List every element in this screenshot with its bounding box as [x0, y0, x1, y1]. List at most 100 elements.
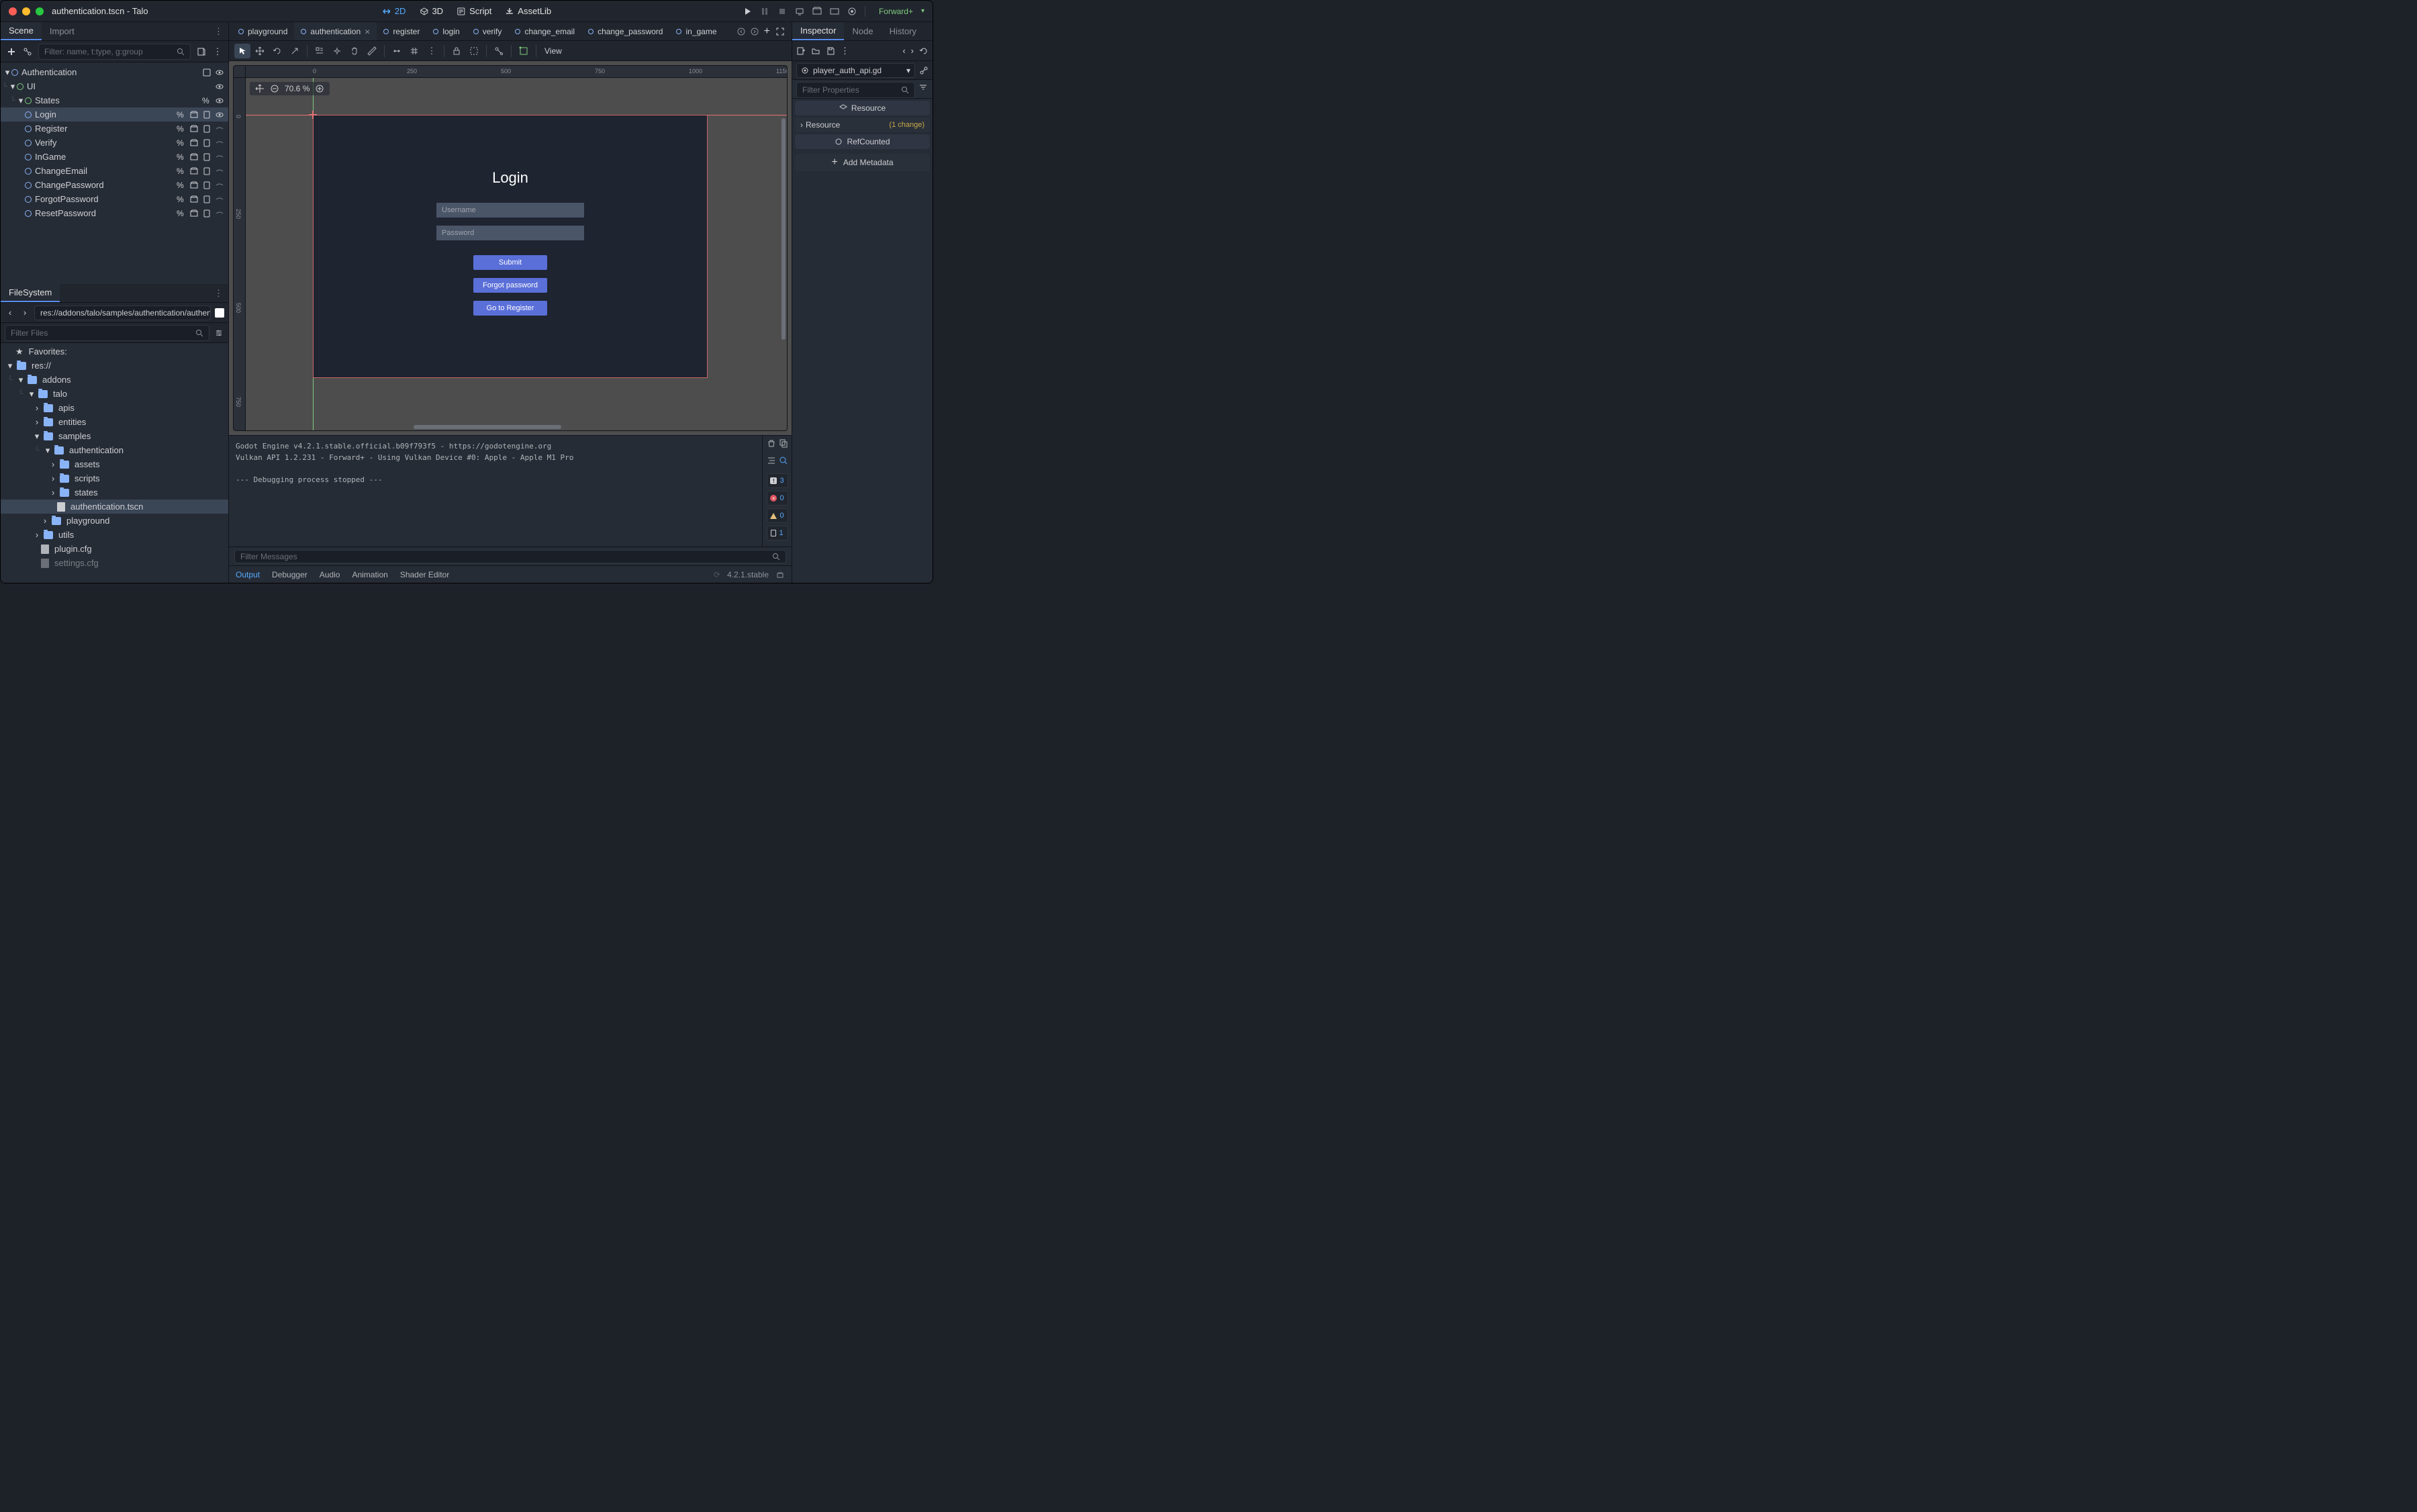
fs-row-states[interactable]: ›states	[1, 485, 228, 500]
tree-row-state[interactable]: ForgotPassword%	[1, 192, 228, 206]
percent-icon[interactable]: %	[177, 110, 186, 120]
maximize-window-button[interactable]	[36, 7, 44, 15]
history-back-icon[interactable]: ‹	[902, 46, 905, 56]
fs-row-talo[interactable]: └▾talo	[1, 387, 228, 401]
instance-icon[interactable]	[189, 195, 199, 204]
script-icon[interactable]	[202, 124, 211, 134]
scene-tab[interactable]: register	[377, 22, 426, 40]
scene-tab[interactable]: authentication×	[294, 22, 377, 40]
submit-button[interactable]: Submit	[473, 255, 547, 270]
script-icon[interactable]	[202, 181, 211, 190]
scene-tab[interactable]: in_game	[669, 22, 723, 40]
visibility-icon[interactable]	[215, 167, 224, 176]
tab-output[interactable]: Output	[236, 570, 260, 579]
visibility-icon[interactable]	[215, 68, 224, 77]
fs-row-addons[interactable]: └▾addons	[1, 373, 228, 387]
tree-row-state[interactable]: Login%	[1, 107, 228, 122]
zoom-level[interactable]: 70.6 %	[285, 84, 310, 93]
smart-snap-icon[interactable]	[389, 44, 405, 58]
tree-row-state[interactable]: ChangeEmail%	[1, 164, 228, 178]
instance-icon[interactable]	[189, 138, 199, 148]
instance-icon[interactable]	[189, 181, 199, 190]
play-scene-icon[interactable]	[812, 7, 822, 16]
scene-filter-input[interactable]: Filter: name, t:type, g:group	[38, 44, 191, 60]
fs-row-apis[interactable]: ›apis	[1, 401, 228, 415]
scene-tree-options-icon[interactable]: ⋮	[212, 46, 223, 57]
fs-row-assets[interactable]: ›assets	[1, 457, 228, 471]
percent-icon[interactable]: %	[202, 96, 211, 105]
inspector-options-icon[interactable]: ⋮	[841, 46, 849, 56]
dock-options-icon[interactable]: ⋮	[209, 284, 228, 302]
tree-row-root[interactable]: ▾ Authentication	[1, 65, 228, 79]
filesystem-filter-input[interactable]: Filter Files	[5, 325, 209, 341]
scrollbar-vertical[interactable]	[781, 118, 786, 340]
workspace-script[interactable]: Script	[451, 3, 497, 19]
remote-debug-icon[interactable]	[795, 7, 804, 16]
group-icon[interactable]	[466, 44, 482, 58]
script-icon[interactable]	[202, 110, 211, 120]
nav-forward-icon[interactable]: ›	[19, 308, 30, 318]
visibility-icon[interactable]	[215, 209, 224, 218]
fs-row-scripts[interactable]: ›scripts	[1, 471, 228, 485]
file-preview-icon[interactable]	[215, 308, 224, 318]
zoom-out-icon[interactable]	[270, 84, 279, 93]
tab-inspector[interactable]: Inspector	[792, 22, 844, 40]
viewport-2d[interactable]: 0 250 500 750 1000 1150 0 250 500 750	[233, 65, 788, 431]
instance-icon[interactable]	[189, 124, 199, 134]
play-icon[interactable]	[743, 7, 752, 16]
fs-row-authentication[interactable]: └▾authentication	[1, 443, 228, 457]
attach-script-icon[interactable]	[196, 46, 207, 57]
history-forward-icon[interactable]: ›	[911, 46, 914, 56]
fs-row-playground[interactable]: ›playground	[1, 514, 228, 528]
inspector-section-resource[interactable]: Resource	[795, 101, 930, 115]
tab-scene[interactable]: Scene	[1, 22, 42, 40]
percent-icon[interactable]: %	[177, 124, 186, 134]
zoom-in-icon[interactable]	[315, 84, 324, 93]
visibility-icon[interactable]	[215, 110, 224, 120]
zoom-reset-icon[interactable]	[255, 84, 265, 93]
instance-icon[interactable]	[189, 167, 199, 176]
list-select-icon[interactable]	[312, 44, 328, 58]
workspace-2d[interactable]: 2D	[377, 3, 412, 19]
visibility-icon[interactable]	[215, 82, 224, 91]
next-scene-icon[interactable]	[751, 28, 759, 36]
skeleton-icon[interactable]	[491, 44, 507, 58]
tab-debugger[interactable]: Debugger	[272, 570, 307, 579]
move-tool-icon[interactable]	[252, 44, 268, 58]
percent-icon[interactable]: %	[177, 195, 186, 204]
percent-icon[interactable]: %	[177, 209, 186, 218]
toggle-output-icon[interactable]	[767, 456, 776, 465]
tab-history[interactable]: History	[882, 22, 925, 40]
prev-scene-icon[interactable]	[737, 28, 745, 36]
instance-icon[interactable]	[189, 152, 199, 162]
info-count-badge[interactable]: !3	[767, 473, 788, 488]
script-icon[interactable]	[202, 209, 211, 218]
fs-row-authentication-tscn[interactable]: authentication.tscn	[1, 500, 228, 514]
resource-path-dropdown[interactable]: player_auth_api.gd ▾	[796, 63, 915, 78]
snap-options-icon[interactable]: ⋮	[424, 44, 440, 58]
workspace-3d[interactable]: 3D	[414, 3, 448, 19]
visibility-icon[interactable]	[215, 181, 224, 190]
editor-count-badge[interactable]: 1	[767, 526, 788, 540]
filesystem-path-input[interactable]: res://addons/talo/samples/authentication…	[34, 305, 211, 320]
filter-options-icon[interactable]	[918, 82, 929, 93]
tree-row-state[interactable]: Register%	[1, 122, 228, 136]
search-output-icon[interactable]	[779, 456, 788, 465]
pan-tool-icon[interactable]	[346, 44, 363, 58]
percent-icon[interactable]: %	[177, 181, 186, 190]
add-metadata-button[interactable]: + Add Metadata	[795, 154, 930, 171]
scene-tab[interactable]: verify	[467, 22, 509, 40]
output-log[interactable]: Godot Engine v4.2.1.stable.official.b09f…	[229, 436, 762, 547]
inspector-section-refcounted[interactable]: RefCounted	[795, 134, 930, 149]
stop-icon[interactable]	[777, 7, 787, 16]
pause-icon[interactable]	[760, 7, 769, 16]
minimize-window-button[interactable]	[22, 7, 30, 15]
tree-row-states[interactable]: └▾ States %	[1, 93, 228, 107]
anchor-preset-icon[interactable]	[516, 44, 532, 58]
view-menu[interactable]: View	[540, 46, 566, 56]
renderer-dropdown[interactable]: Forward+	[879, 7, 913, 16]
add-node-icon[interactable]	[6, 46, 17, 57]
tree-row-ui[interactable]: └▾ UI	[1, 79, 228, 93]
percent-icon[interactable]: %	[177, 167, 186, 176]
clear-output-icon[interactable]	[767, 438, 776, 448]
